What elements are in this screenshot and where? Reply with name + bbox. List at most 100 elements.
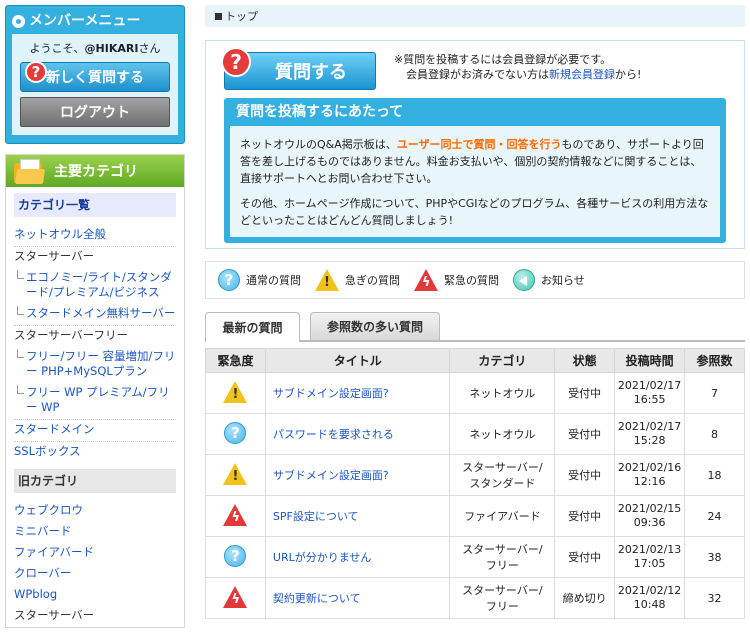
views-cell: 8 <box>684 413 745 455</box>
table-row: URLが分かりませんスターサーバー/フリー受付中2021/02/1317:053… <box>205 536 745 578</box>
posted-cell: 2021/02/12 10:48 <box>614 577 686 619</box>
posted-date: 2021/02/17 <box>617 379 682 392</box>
table-row: ϟ 契約更新について スターサーバー/フリー 締め切り 2021/02/12 10:48 3… <box>205 577 745 619</box>
posted-date: 2021/02/12 <box>617 584 682 597</box>
title-cell: サブドメイン設定画面? <box>264 454 451 496</box>
title-cell: URLが分かりません <box>264 536 451 578</box>
legend-emergency: ϟ 緊急の質問 <box>414 269 499 291</box>
guidelines-body: ネットオウルのQ&A掲示板は、ユーザー同士で質問・回答を行うものであり、サポート… <box>230 126 720 237</box>
posted-time: 16:55 <box>633 393 666 406</box>
category-item-free-wp[interactable]: フリー WP プレミアム/フリー WP <box>14 383 176 420</box>
ask-question-label: 質問する <box>275 62 347 83</box>
old-category-item[interactable]: スターサーバー <box>14 606 176 627</box>
registration-note: ※質問を投稿するには会員登録が必要です。 会員登録がお済みでない方は新規会員登録… <box>394 52 641 82</box>
question-title-link[interactable]: 契約更新について <box>273 592 361 605</box>
old-category-item[interactable]: ウェブクロウ <box>14 501 176 522</box>
question-title-link[interactable]: SPF設定について <box>273 510 359 523</box>
legend-urgent: ! 急ぎの質問 <box>315 269 400 291</box>
welcome-suffix: さん <box>138 42 161 55</box>
old-category-item[interactable]: ファイアバード <box>14 543 176 564</box>
tab-most-viewed[interactable]: 参照数の多い質問 <box>310 312 440 340</box>
legend-urgent-label: 急ぎの質問 <box>345 274 400 287</box>
logout-label: ログアウト <box>60 105 130 121</box>
category-line: ファイアバード <box>464 510 541 523</box>
views-cell: 7 <box>684 372 745 414</box>
col-status: 状態 <box>554 348 616 373</box>
table-body: !サブドメイン設定画面?ネットオウル受付中2021/02/1716:557パスワ… <box>205 372 745 619</box>
guidelines-paragraph-2: その他、ホームページ作成について、PHPやCGIなどのプログラム、各種サービスの… <box>240 197 709 227</box>
old-category-item[interactable]: WPblog <box>14 585 176 606</box>
question-table: 緊急度 タイトル カテゴリ 状態 投稿時間 参照数 ! サブドメイン設定画面? ネッ… <box>205 348 745 619</box>
old-category-item[interactable]: クローバー <box>14 564 176 585</box>
posted-date: 2021/02/15 <box>617 502 682 515</box>
old-category-list: ウェブクロウ ミニバード ファイアバード クローバー WPblog スターサーバ… <box>14 501 176 627</box>
guidelines-paragraph-1: ネットオウルのQ&A掲示板は、ユーザー同士で質問・回答を行うものであり、サポート… <box>240 136 710 187</box>
table-row: パスワードを要求されるネットオウル受付中2021/02/1715:288 <box>205 413 745 455</box>
welcome-prefix: ようこそ、 <box>29 42 85 55</box>
posted-time: 15:28 <box>633 434 666 447</box>
posted-cell: 2021/02/16 12:16 <box>614 454 686 496</box>
normal-question-icon <box>224 544 247 567</box>
posted-time: 10:48 <box>633 598 666 611</box>
category-line: ネットオウル <box>469 428 536 441</box>
category-item-sslbox[interactable]: SSLボックス <box>14 442 176 463</box>
question-title-link[interactable]: サブドメイン設定画面? <box>273 469 389 482</box>
urgency-cell <box>205 413 266 455</box>
member-menu-header: メンバーメニュー <box>12 10 178 32</box>
category-line: スターサーバー/ <box>462 584 543 597</box>
normal-question-icon <box>218 269 240 291</box>
category-header-title: 主要カテゴリ <box>54 164 138 180</box>
circle-icon <box>12 14 25 28</box>
category-list-title: カテゴリ一覧 <box>14 193 176 217</box>
old-category-title: 旧カテゴリ <box>14 469 176 493</box>
new-question-button[interactable]: ? 新しく質問する <box>20 61 170 92</box>
posted-date: 2021/02/17 <box>617 420 682 433</box>
registration-note-suffix: から! <box>615 68 642 81</box>
category-line: フリー <box>485 600 519 613</box>
register-link[interactable]: 新規会員登録 <box>549 68 615 81</box>
category-item-netowl[interactable]: ネットオウル全般 <box>14 225 176 247</box>
category-cell: ファイアバード <box>449 495 556 537</box>
category-header: 主要カテゴリ <box>6 155 184 187</box>
status-cell: 締め切り <box>554 577 616 619</box>
breadcrumb-current: トップ <box>225 10 258 23</box>
old-category-item[interactable]: ミニバード <box>14 522 176 543</box>
breadcrumb: トップ <box>205 5 745 27</box>
title-cell: 契約更新について <box>264 577 451 619</box>
urgency-cell: ϟ <box>205 577 266 619</box>
warning-icon: ! <box>223 462 248 485</box>
category-item-free-plans[interactable]: フリー/フリー 容量増加/フリー PHP+MySQLプラン <box>14 347 176 383</box>
emergency-icon: ϟ <box>414 269 438 291</box>
square-bullet-icon <box>215 12 222 20</box>
folder-icon <box>14 159 46 185</box>
question-tabs: 最新の質問 参照数の多い質問 <box>205 312 745 342</box>
tab-latest[interactable]: 最新の質問 <box>205 312 300 342</box>
status-cell: 受付中 <box>554 495 616 537</box>
category-item-stardomain-free-server[interactable]: スタードメイン無料サーバー <box>14 304 176 326</box>
urgency-cell: ϟ <box>205 495 266 537</box>
views-cell: 18 <box>684 454 745 496</box>
guidelines-title: 質問を投稿するにあたって <box>236 104 404 120</box>
question-title-link[interactable]: サブドメイン設定画面? <box>273 387 389 400</box>
question-title-link[interactable]: パスワードを要求される <box>273 428 394 441</box>
views-cell: 24 <box>684 495 745 537</box>
logout-button[interactable]: ログアウト <box>20 97 170 127</box>
posted-date: 2021/02/16 <box>617 461 682 474</box>
megaphone-icon <box>513 269 535 291</box>
posted-time: 12:16 <box>633 475 666 488</box>
welcome-text: ようこそ、@HIKARIさん <box>20 40 170 56</box>
legend-normal-label: 通常の質問 <box>246 274 301 287</box>
table-row: ! サブドメイン設定画面? スターサーバー/スタンダード 受付中 2021/02/16 1… <box>205 454 745 496</box>
category-list: ネットオウル全般 スターサーバー エコノミー/ライト/スタンダード/プレミアム/… <box>14 225 176 463</box>
category-item-starserver-plans[interactable]: エコノミー/ライト/スタンダード/プレミアム/ビジネス <box>14 268 176 304</box>
ask-question-button[interactable]: ? 質問する <box>221 47 376 90</box>
legend-notice: お知らせ <box>513 269 585 291</box>
registration-note-prefix: 会員登録がお済みでない方は <box>406 68 549 81</box>
category-line: スターサーバー/ <box>462 543 543 556</box>
category-body: カテゴリ一覧 ネットオウル全般 スターサーバー エコノミー/ライト/スタンダード… <box>6 187 184 627</box>
warning-icon: ! <box>223 380 248 403</box>
question-title-link[interactable]: URLが分かりません <box>273 551 372 564</box>
warning-icon: ! <box>315 269 339 291</box>
category-cell: スターサーバー/スタンダード <box>449 454 556 496</box>
category-item-stardomain[interactable]: スタードメイン <box>14 420 176 442</box>
